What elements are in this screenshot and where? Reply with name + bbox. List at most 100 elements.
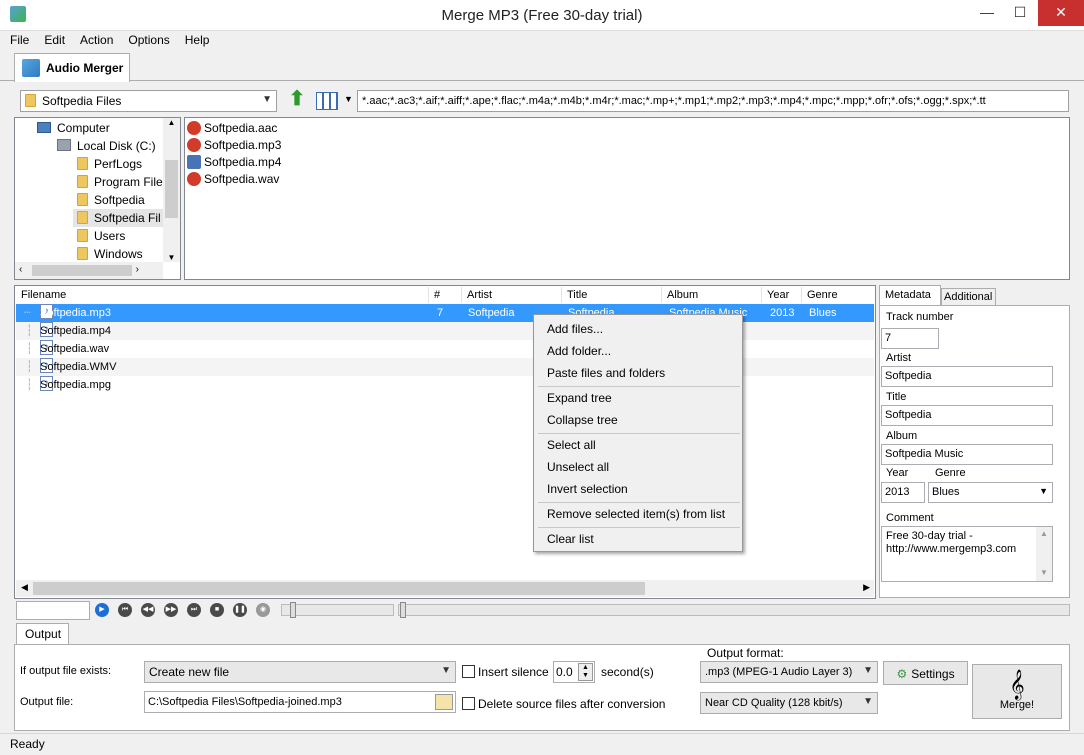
scroll-right-arrow-icon[interactable]: ▶ — [863, 582, 870, 593]
output-tab[interactable]: Output — [16, 623, 69, 645]
browser-file-mp3[interactable]: Softpedia.mp3 — [187, 136, 281, 154]
seek-slider[interactable] — [398, 602, 1070, 618]
scroll-up-arrow-icon[interactable]: ▲ — [163, 118, 180, 132]
stepper-arrows-icon[interactable]: ▲ ▼ — [578, 663, 593, 681]
menu-help[interactable]: Help — [175, 31, 215, 47]
tree-item-local-disk[interactable]: Local Disk (C:) — [57, 137, 156, 155]
menu-options[interactable]: Options — [118, 31, 174, 47]
artist-field[interactable]: Softpedia — [881, 366, 1053, 387]
rewind-icon[interactable]: ◀◀ — [141, 603, 155, 617]
menu-item-clear-list[interactable]: Clear list — [547, 529, 594, 549]
delete-source-checkbox[interactable]: Delete source files after conversion — [462, 697, 665, 711]
menu-item-add-folder[interactable]: Add folder... — [547, 341, 611, 361]
settings-button[interactable]: ⚙ Settings — [883, 661, 968, 685]
up-folder-button[interactable]: ⬆ — [286, 88, 308, 112]
comment-scrollbar[interactable]: ▲ ▼ — [1036, 527, 1052, 581]
tree-vscroll-thumb[interactable] — [165, 160, 178, 218]
tree-item-program-files[interactable]: Program File — [77, 173, 163, 191]
skip-end-icon[interactable]: ⏭ — [187, 603, 201, 617]
close-button[interactable]: ✕ — [1038, 0, 1084, 26]
column-filename[interactable]: Filename — [16, 287, 429, 303]
volume-icon[interactable]: ◉ — [256, 603, 270, 617]
column-year[interactable]: Year — [762, 287, 802, 303]
column-artist[interactable]: Artist — [462, 287, 562, 303]
tree-item-windows[interactable]: Windows — [77, 245, 143, 263]
quality-select[interactable]: Near CD Quality (128 kbit/s) ▼ — [700, 692, 878, 714]
track-number-field[interactable]: 7 — [881, 328, 939, 349]
comment-field[interactable]: Free 30-day trial - http://www.mergemp3.… — [881, 526, 1053, 582]
insert-silence-checkbox[interactable]: Insert silence — [462, 665, 549, 679]
silence-stepper[interactable]: 0.0 ▲ ▼ — [553, 661, 595, 683]
genre-select[interactable]: Blues ▼ — [928, 482, 1053, 503]
pause-icon[interactable]: ❚❚ — [233, 603, 247, 617]
tree-hscrollbar[interactable]: ‹ › — [15, 262, 163, 279]
view-mode-dropdown-icon[interactable]: ▼ — [344, 94, 353, 104]
list-row[interactable]: ┆ ♪ Softpedia.mpg — [16, 376, 874, 394]
tree-item-computer[interactable]: Computer — [37, 119, 110, 137]
file-filter-input[interactable]: *.aac;*.ac3;*.aif;*.aiff;*.ape;*.flac;*.… — [357, 90, 1069, 112]
tree-item-softpedia[interactable]: Softpedia — [77, 191, 145, 209]
if-exists-select[interactable]: Create new file ▼ — [144, 661, 456, 683]
year-field[interactable]: 2013 — [881, 482, 925, 503]
scroll-left-arrow-icon[interactable]: ◀ — [21, 582, 28, 593]
metadata-tab[interactable]: Metadata — [879, 285, 941, 306]
menu-item-unselect-all[interactable]: Unselect all — [547, 457, 609, 477]
browser-file-mp4[interactable]: Softpedia.mp4 — [187, 153, 281, 171]
seek-slider-thumb[interactable] — [400, 602, 406, 618]
column-number[interactable]: # — [429, 287, 462, 303]
tree-item-perflogs[interactable]: PerfLogs — [77, 155, 142, 173]
checkbox-box[interactable] — [462, 697, 475, 710]
folder-browse-icon[interactable] — [435, 694, 453, 710]
list-row[interactable]: ┆ ♪ Softpedia.wav — [16, 340, 874, 358]
scroll-left-arrow-icon[interactable]: ‹ — [19, 264, 22, 275]
list-row[interactable]: ┄ ♪ Softpedia.mp3 7 Softpedia Softpedia S… — [16, 304, 874, 322]
menu-item-invert-selection[interactable]: Invert selection — [547, 479, 628, 499]
menu-item-select-all[interactable]: Select all — [547, 435, 596, 455]
list-row[interactable]: ┆ ♪ Softpedia.mp4 — [16, 322, 874, 340]
album-field[interactable]: Softpedia Music — [881, 444, 1053, 465]
folder-tree[interactable]: Computer Local Disk (C:) PerfLogs Progra… — [14, 117, 181, 280]
tree-item-softpedia-files[interactable]: Softpedia Fil — [73, 209, 163, 227]
browser-file-wav[interactable]: Softpedia.wav — [187, 170, 279, 188]
merge-button[interactable]: 𝄞 Merge! — [972, 664, 1062, 719]
scroll-right-arrow-icon[interactable]: › — [136, 264, 139, 275]
menu-item-expand-tree[interactable]: Expand tree — [547, 388, 612, 408]
view-mode-button[interactable] — [316, 92, 338, 110]
tree-connector: ┆ — [26, 361, 33, 373]
menu-file[interactable]: File — [0, 31, 34, 47]
folder-combo[interactable]: Softpedia Files ▼ — [20, 90, 277, 112]
maximize-button[interactable]: ☐ — [1003, 0, 1037, 26]
tree-item-label: Local Disk (C:) — [77, 139, 156, 153]
output-format-select[interactable]: .mp3 (MPEG-1 Audio Layer 3) ▼ — [700, 661, 878, 683]
volume-slider-thumb[interactable] — [290, 602, 296, 618]
file-browser[interactable]: Softpedia.aac Softpedia.mp3 Softpedia.mp… — [184, 117, 1070, 280]
list-hscrollbar[interactable]: ◀ ▶ — [16, 580, 874, 597]
title-field[interactable]: Softpedia — [881, 405, 1053, 426]
additional-tab[interactable]: Additional — [941, 288, 996, 306]
play-icon[interactable]: ▶ — [95, 603, 109, 617]
scroll-down-arrow-icon[interactable]: ▼ — [163, 253, 180, 262]
fast-forward-icon[interactable]: ▶▶ — [164, 603, 178, 617]
menu-edit[interactable]: Edit — [34, 31, 70, 47]
browser-file-aac[interactable]: Softpedia.aac — [187, 119, 277, 137]
tree-hscroll-thumb[interactable] — [32, 265, 132, 276]
volume-slider[interactable] — [281, 602, 394, 618]
checkbox-box[interactable] — [462, 665, 475, 678]
menu-item-collapse-tree[interactable]: Collapse tree — [547, 410, 618, 430]
skip-start-icon[interactable]: ⏮ — [118, 603, 132, 617]
list-row[interactable]: ┆ ♪ Softpedia.WMV — [16, 358, 874, 376]
menu-item-add-files[interactable]: Add files... — [547, 319, 603, 339]
column-genre[interactable]: Genre — [802, 287, 874, 303]
list-hscroll-thumb[interactable] — [33, 582, 645, 595]
tab-audio-merger[interactable]: Audio Merger — [14, 53, 130, 82]
menu-item-paste-files[interactable]: Paste files and folders — [547, 363, 665, 383]
stop-icon[interactable]: ■ — [210, 603, 224, 617]
column-title[interactable]: Title — [562, 287, 662, 303]
tree-vscrollbar[interactable]: ▲ ▼ — [163, 118, 180, 262]
menu-item-remove-selected[interactable]: Remove selected item(s) from list — [547, 504, 725, 524]
tree-item-users[interactable]: Users — [77, 227, 125, 245]
output-file-input[interactable]: C:\Softpedia Files\Softpedia-joined.mp3 — [144, 691, 456, 713]
minimize-button[interactable]: — — [970, 0, 1004, 26]
menu-action[interactable]: Action — [70, 31, 118, 47]
column-album[interactable]: Album — [662, 287, 762, 303]
